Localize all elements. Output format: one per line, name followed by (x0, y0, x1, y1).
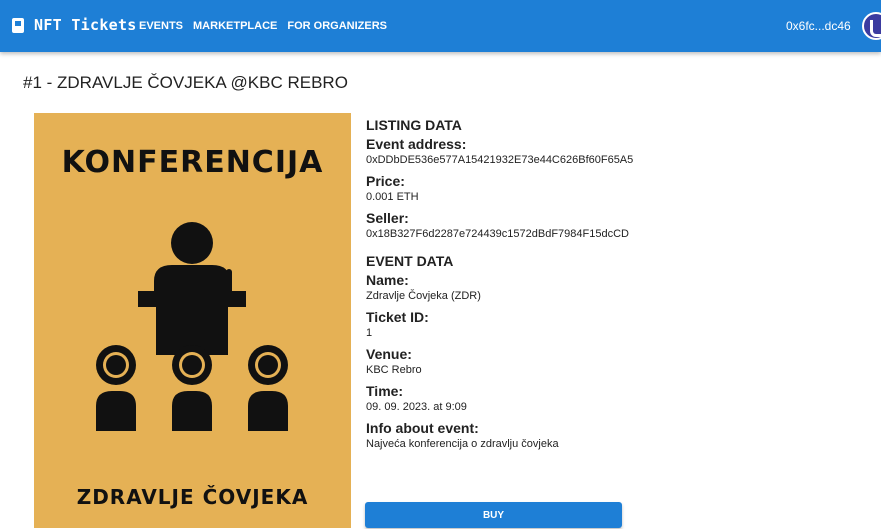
main-nav: EVENTS MARKETPLACE FOR ORGANIZERS (139, 20, 387, 32)
name-value: Zdravlje Čovjeka (ZDR) (366, 290, 481, 302)
nav-marketplace[interactable]: MARKETPLACE (193, 20, 277, 32)
seller-label: Seller: (366, 210, 409, 226)
event-address-value: 0xDDbDE536e577A15421932E73e44C626Bf60F65… (366, 154, 634, 166)
ticket-id-value: 1 (366, 327, 373, 339)
nav-for-organizers[interactable]: FOR ORGANIZERS (287, 20, 387, 32)
seller-value: 0x18B327F6d2287e724439c1572dBdF7984F15dc… (366, 228, 629, 240)
ticket-id-label: Ticket ID: (366, 309, 429, 325)
info-label: Info about event: (366, 420, 479, 436)
details-panel: LISTING DATA Event address: 0xDDbDE536e5… (366, 117, 666, 457)
brand[interactable]: NFT Tickets (12, 16, 137, 34)
time-value: 09. 09. 2023. at 9:09 (366, 401, 467, 413)
brand-title: NFT Tickets (34, 16, 137, 34)
poster-footer: ZDRAVLJE ČOVJEKA (76, 485, 309, 509)
venue-label: Venue: (366, 346, 412, 362)
nav-events[interactable]: EVENTS (139, 20, 183, 32)
name-label: Name: (366, 272, 409, 288)
info-value: Najveća konferencija o zdravlju čovjeka (366, 438, 559, 450)
time-label: Time: (366, 383, 404, 399)
event-poster: KONFERENCIJA ZDRAVLJE ČOVJEKA (34, 113, 351, 528)
app-bar: NFT Tickets EVENTS MARKETPLACE FOR ORGAN… (0, 0, 881, 52)
avatar[interactable] (862, 12, 881, 40)
event-address-label: Event address: (366, 136, 467, 152)
ticket-icon (12, 17, 24, 33)
page-title: #1 - ZDRAVLJE ČOVJEKA @KBC REBRO (23, 73, 348, 92)
venue-value: KBC Rebro (366, 364, 422, 376)
price-value: 0.001 ETH (366, 191, 419, 203)
conference-speaker-icon (96, 222, 288, 431)
account-address[interactable]: 0x6fc...dc46 (786, 19, 851, 33)
buy-button[interactable]: BUY (365, 502, 622, 528)
poster-heading: KONFERENCIJA (61, 145, 324, 180)
listing-section-title: LISTING DATA (366, 117, 462, 133)
price-label: Price: (366, 173, 405, 189)
event-section-title: EVENT DATA (366, 253, 454, 269)
